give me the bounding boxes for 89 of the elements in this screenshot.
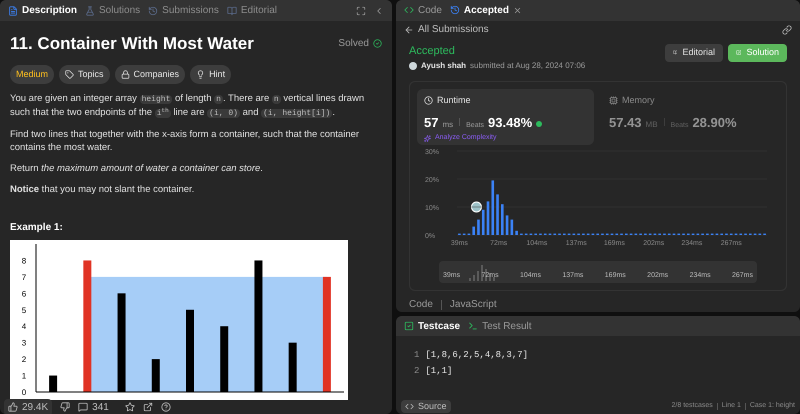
difficulty-badge[interactable]: Medium [10,64,54,84]
back-link[interactable]: All Submissions [404,22,489,38]
axis-label: 0 [22,388,26,397]
beats-percent: 93.48% [488,114,532,132]
tag-chip[interactable]: Hint [190,64,232,84]
like-button[interactable]: 29.4K [4,398,52,414]
tab[interactable]: Testcase [404,318,460,334]
editorial-button[interactable]: Editorial [665,44,723,62]
bar [510,220,514,235]
sparkle-icon [424,134,431,142]
stat-value: 57.43 [609,114,642,132]
tab-icon [226,6,237,16]
stat-label: Runtime [437,94,471,107]
language-label: JavaScript [450,298,497,312]
code-heading: Code [409,298,433,312]
thumbs-up-icon [8,402,18,412]
book-icon [673,48,678,57]
avatar [409,62,417,70]
bar [472,226,475,235]
tab[interactable]: Description [8,3,78,18]
code-line: [1,8,6,2,5,4,8,3,7] [425,349,528,362]
history-icon [450,5,460,16]
code-icon [404,5,414,16]
code-icon [405,402,414,411]
bar [506,215,508,235]
description-paragraph: Return the maximum amount of water a container can store. [10,162,264,175]
comments-button[interactable]: 341 [78,400,109,414]
close-icon [512,6,522,15]
source-button[interactable]: Source [401,400,451,413]
description-paragraph: You are given an integer array height of length n . There are n vertical lines drawn such that the two endpoints of the i$^{th}$ line are (i, 0) and (i, height[i]) . [10,92,366,120]
tab[interactable]: Solutions [85,3,140,18]
stat-unit: MB [646,118,658,130]
bar [288,342,297,392]
axis-label: 7 [22,272,26,282]
bar [501,204,504,235]
bar [486,201,490,235]
bar [220,326,228,392]
code-line: [1,1] [425,364,452,378]
terminal-icon [468,321,478,331]
clock-icon [424,96,433,106]
star-icon[interactable] [124,402,135,412]
link-icon[interactable] [782,24,792,35]
tab[interactable]: Test Result [468,318,532,334]
beats-percent: 28.90% [692,114,737,132]
example-heading: Example 1: [10,221,64,235]
stat-label: Memory [622,94,655,107]
back-arrow-icon [404,24,414,35]
help-icon[interactable] [160,402,171,412]
stat-value: 57 [424,114,438,132]
tag-chip[interactable]: Companies [114,64,186,84]
badge-icon [536,120,542,126]
bar [477,220,480,235]
check-icon [373,39,382,48]
checkbox-icon [404,321,414,331]
submission-time: submitted at Aug 28, 2024 07:06 [470,60,586,72]
edit-icon [736,48,742,57]
line-number: 2 [414,364,420,378]
thumbs-down-icon[interactable] [60,402,70,412]
tab-icon [8,6,18,16]
result-status: Accepted [409,44,456,58]
axis-label: 2 [22,355,26,364]
axis-label: 3 [22,338,26,348]
bar [49,376,58,392]
bar [496,194,499,235]
axis-label: 8 [22,256,26,266]
line-number: 1 [414,349,420,362]
tab[interactable]: Submissions [148,3,219,18]
bar [491,180,494,235]
tab-icon [148,6,158,16]
bar [482,210,485,235]
share-icon[interactable] [142,402,153,412]
axis-label: 6 [22,289,26,298]
description-paragraph: Notice that you may not slant the container. [10,183,196,196]
expand-icon[interactable] [356,6,366,16]
axis-label: 4 [22,322,26,332]
solved-status: Solved [338,36,382,52]
tab[interactable]: Accepted [450,2,522,18]
description-paragraph: Find two lines that together with the x-axis form a container, such that the container contains the most water. [10,128,360,154]
user-name[interactable]: Ayush shah [421,60,466,72]
problem-title: 11. Container With Most Water [10,33,254,55]
bar [515,230,518,235]
stat-unit: ms [442,118,454,130]
tab-icon [85,6,96,16]
axis-label: 5 [22,306,26,315]
tag-chip[interactable]: Topics [59,64,110,84]
tab[interactable]: Code [404,2,442,18]
tab[interactable]: Editorial [226,3,277,18]
comment-icon [78,402,88,412]
axis-label: 1 [22,372,26,381]
